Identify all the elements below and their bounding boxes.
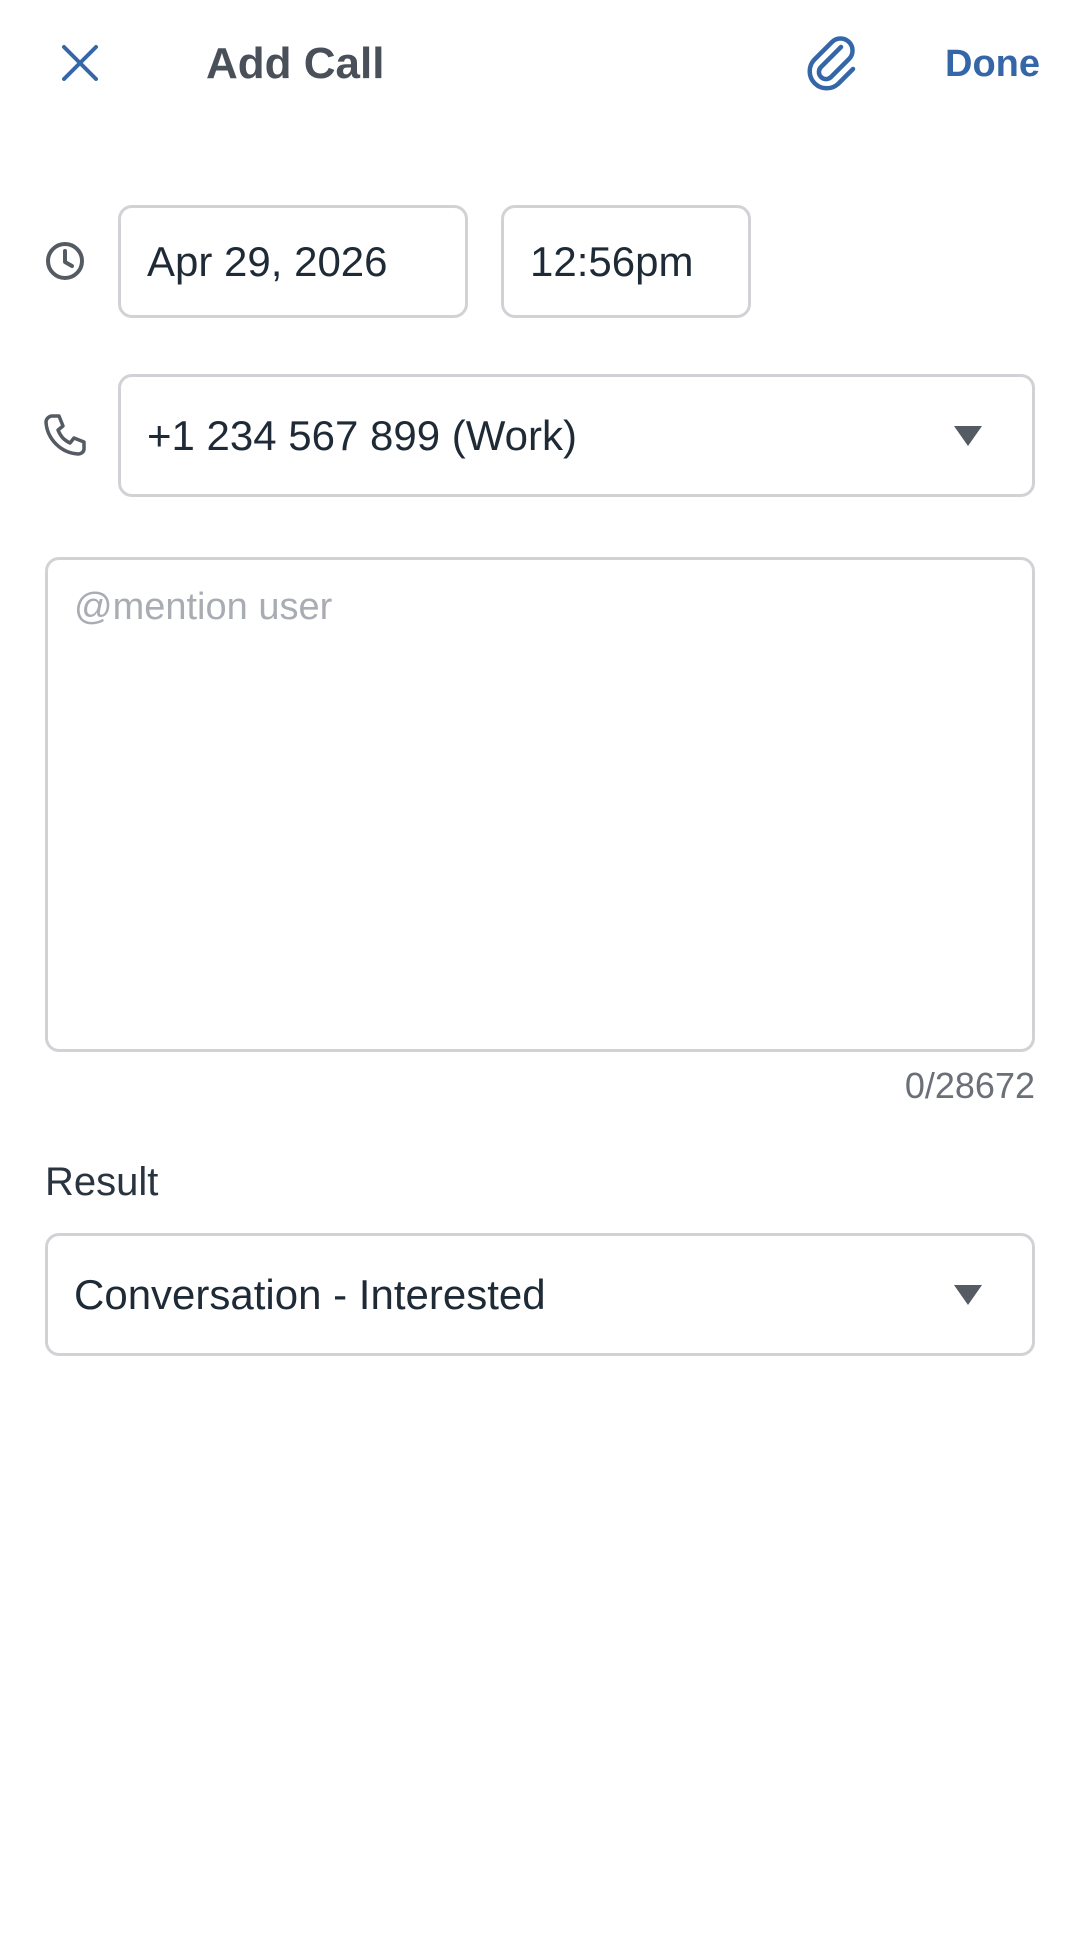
close-icon xyxy=(62,45,98,81)
chevron-down-icon xyxy=(954,1284,982,1305)
clock-icon xyxy=(40,236,90,286)
notes-textarea[interactable] xyxy=(45,557,1035,1052)
phone-icon xyxy=(40,410,90,460)
date-value: Apr 29, 2026 xyxy=(147,237,388,285)
attach-button[interactable] xyxy=(798,26,868,100)
phone-select[interactable]: +1 234 567 899 (Work) xyxy=(118,374,1035,497)
phone-select-value: +1 234 567 899 (Work) xyxy=(147,411,577,459)
result-label: Result xyxy=(45,1160,159,1204)
character-counter: 0/28672 xyxy=(904,1065,1035,1106)
close-button[interactable] xyxy=(45,28,115,98)
date-field[interactable]: Apr 29, 2026 xyxy=(118,205,468,318)
time-value: 12:56pm xyxy=(530,237,694,285)
done-button[interactable]: Done xyxy=(920,34,1040,94)
chevron-down-icon xyxy=(954,425,982,446)
result-select[interactable]: Conversation - Interested xyxy=(45,1233,1035,1356)
app-header: Add Call Done xyxy=(0,0,1080,130)
paperclip-icon xyxy=(807,36,856,91)
result-select-value: Conversation - Interested xyxy=(74,1270,546,1318)
time-field[interactable]: 12:56pm xyxy=(501,205,751,318)
page-title: Add Call xyxy=(206,39,385,88)
